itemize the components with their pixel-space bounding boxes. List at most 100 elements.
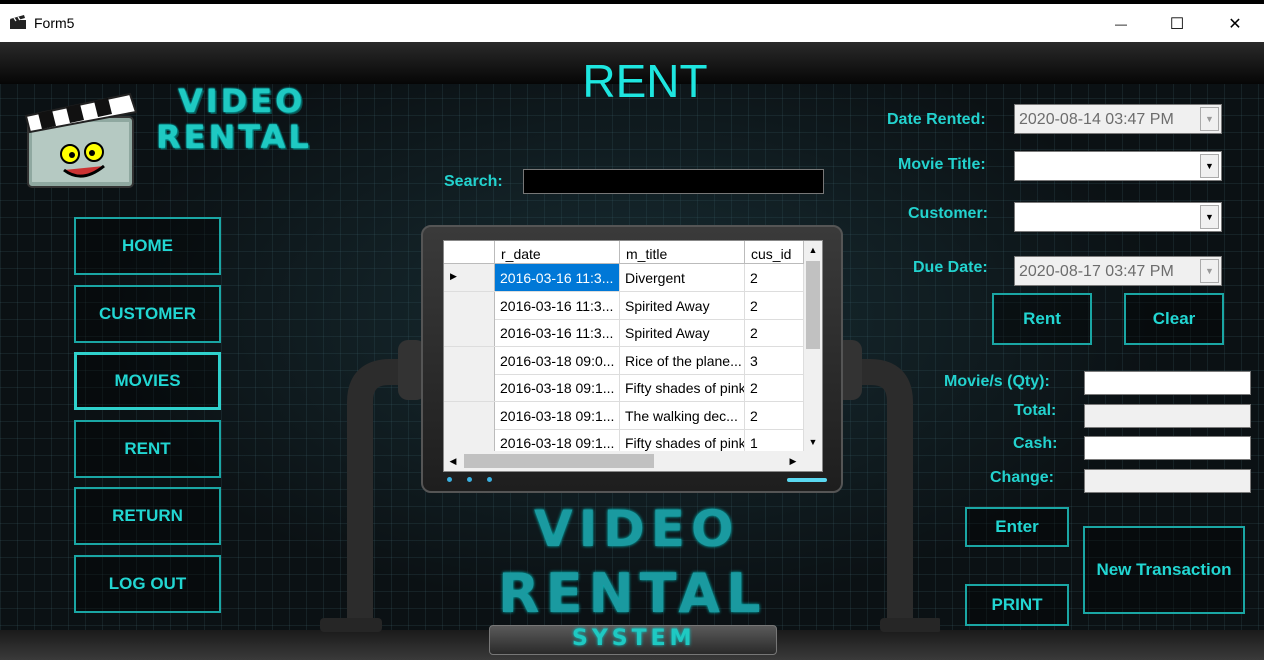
cell-r-date[interactable]: 2016-03-18 09:1... (495, 374, 620, 401)
cell-r-date[interactable]: 2016-03-16 11:3... (495, 291, 620, 319)
monitor-dots (447, 477, 497, 483)
customer-label: Customer: (908, 205, 989, 222)
cell-m-title[interactable]: The walking dec... (620, 401, 745, 429)
big-logo-line1: VIDEO (534, 500, 740, 558)
nav-logout-label: LOG OUT (108, 574, 187, 593)
grid-header: r_date m_title cus_id (444, 241, 806, 264)
logo-line2: RENTAL (156, 118, 312, 156)
cell-cus-id[interactable]: 2 (745, 374, 804, 401)
table-row[interactable]: 2016-03-18 09:0... Rice of the plane... 3 (444, 346, 806, 375)
nav-return-button[interactable]: RETURN (74, 487, 221, 545)
cell-m-title[interactable]: Spirited Away (620, 319, 745, 346)
cell-m-title[interactable]: Spirited Away (620, 291, 745, 319)
qty-field[interactable] (1084, 371, 1251, 395)
cell-m-title[interactable]: Rice of the plane... (620, 346, 745, 374)
row-header[interactable] (444, 401, 495, 429)
close-button[interactable]: ✕ (1212, 8, 1258, 40)
scroll-corner (804, 451, 822, 471)
monitor-led (787, 478, 827, 482)
due-date-label: Due Date: (913, 259, 988, 276)
logo-line1: VIDEO (178, 82, 306, 120)
cell-cus-id[interactable]: 3 (745, 346, 804, 374)
row-header[interactable] (444, 319, 495, 346)
page-title: RENT (582, 55, 708, 107)
new-transaction-label: New Transaction (1096, 560, 1232, 579)
scroll-right-icon[interactable]: ▶ (784, 451, 802, 471)
clapperboard-logo-icon (18, 72, 143, 192)
horizontal-scrollbar[interactable]: ◀ ▶ (444, 451, 804, 471)
minimize-button[interactable]: — (1098, 8, 1144, 40)
vscroll-thumb[interactable] (806, 261, 820, 349)
col-header-r-date[interactable]: r_date (495, 241, 620, 263)
cell-r-date[interactable]: 2016-03-16 11:3... (495, 264, 620, 291)
due-date-picker[interactable]: 2020-08-17 03:47 PM ▼ (1014, 256, 1222, 286)
scroll-down-icon[interactable]: ▼ (804, 433, 822, 451)
nav-rent-button[interactable]: RENT (74, 420, 221, 478)
cell-r-date[interactable]: 2016-03-18 09:0... (495, 346, 620, 374)
chevron-down-icon[interactable]: ▼ (1200, 154, 1219, 178)
change-label: Change: (990, 469, 1054, 486)
clear-button[interactable]: Clear (1124, 293, 1224, 345)
date-rented-picker[interactable]: 2020-08-14 03:47 PM ▼ (1014, 104, 1222, 134)
movie-title-label: Movie Title: (898, 156, 986, 173)
close-icon: ✕ (1228, 16, 1242, 33)
table-row[interactable]: ▶ 2016-03-16 11:3... Divergent 2 (444, 264, 806, 292)
row-header[interactable]: ▶ (444, 264, 495, 291)
cell-cus-id[interactable]: 2 (745, 401, 804, 429)
clear-button-label: Clear (1152, 309, 1196, 328)
table-row[interactable]: 2016-03-18 09:1... The walking dec... 2 (444, 401, 806, 430)
col-header-cus-id[interactable]: cus_id (745, 241, 804, 263)
cell-r-date[interactable]: 2016-03-16 11:3... (495, 319, 620, 346)
change-field[interactable] (1084, 469, 1251, 493)
nav-logout-button[interactable]: LOG OUT (74, 555, 221, 613)
movie-title-select[interactable]: ▼ (1014, 151, 1222, 181)
cell-cus-id[interactable]: 2 (745, 264, 804, 291)
row-header[interactable] (444, 291, 495, 319)
scroll-left-icon[interactable]: ◀ (444, 451, 462, 471)
rentals-grid[interactable]: r_date m_title cus_id ▶ 2016-03-16 11:3..… (443, 240, 823, 472)
search-input[interactable] (523, 169, 824, 194)
nav-return-label: RETURN (112, 506, 183, 525)
customer-select[interactable]: ▼ (1014, 202, 1222, 232)
big-logo-line3: SYSTEM (572, 626, 696, 651)
rent-button[interactable]: Rent (992, 293, 1092, 345)
nav-movies-button[interactable]: MOVIES (74, 352, 221, 410)
table-row[interactable]: 2016-03-16 11:3... Spirited Away 2 (444, 291, 806, 320)
hscroll-thumb[interactable] (464, 454, 654, 468)
total-field[interactable] (1084, 404, 1251, 428)
cell-m-title[interactable]: Fifty shades of pink (620, 374, 745, 401)
clapperboard-icon (9, 14, 27, 30)
vertical-scrollbar[interactable]: ▲ ▼ (804, 241, 822, 451)
enter-button-label: Enter (995, 517, 1039, 536)
minimize-icon: — (1115, 17, 1127, 31)
title-bar: Form5 — ☐ ✕ (0, 0, 1264, 42)
enter-button[interactable]: Enter (965, 507, 1069, 547)
nav-customer-button[interactable]: CUSTOMER (74, 285, 221, 343)
table-row[interactable]: 2016-03-16 11:3... Spirited Away 2 (444, 319, 806, 347)
chevron-down-icon[interactable]: ▼ (1200, 107, 1219, 131)
current-row-icon: ▶ (450, 271, 457, 281)
total-label: Total: (1014, 402, 1057, 419)
maximize-button[interactable]: ☐ (1154, 8, 1200, 40)
row-header[interactable] (444, 346, 495, 374)
chevron-down-icon[interactable]: ▼ (1200, 205, 1219, 229)
row-header[interactable] (444, 374, 495, 401)
big-logo-line2: RENTAL (498, 562, 767, 625)
nav-movies-label: MOVIES (114, 371, 181, 390)
col-header-m-title[interactable]: m_title (620, 241, 745, 263)
app-window: Form5 — ☐ ✕ VIDEO RENTAL RENT HOME CUSTO… (0, 0, 1264, 660)
cell-cus-id[interactable]: 2 (745, 319, 804, 346)
cell-m-title[interactable]: Divergent (620, 264, 745, 291)
new-transaction-button[interactable]: New Transaction (1083, 526, 1245, 614)
chevron-down-icon[interactable]: ▼ (1200, 259, 1219, 283)
date-rented-value: 2020-08-14 03:47 PM (1019, 111, 1174, 128)
print-button[interactable]: PRINT (965, 584, 1069, 626)
cell-cus-id[interactable]: 2 (745, 291, 804, 319)
cell-r-date[interactable]: 2016-03-18 09:1... (495, 401, 620, 429)
nav-home-button[interactable]: HOME (74, 217, 221, 275)
print-button-label: PRINT (991, 595, 1043, 614)
scroll-up-icon[interactable]: ▲ (804, 241, 822, 259)
table-row[interactable]: 2016-03-18 09:1... Fifty shades of pink 2 (444, 374, 806, 402)
cash-field[interactable] (1084, 436, 1251, 460)
grid-corner (444, 241, 495, 263)
